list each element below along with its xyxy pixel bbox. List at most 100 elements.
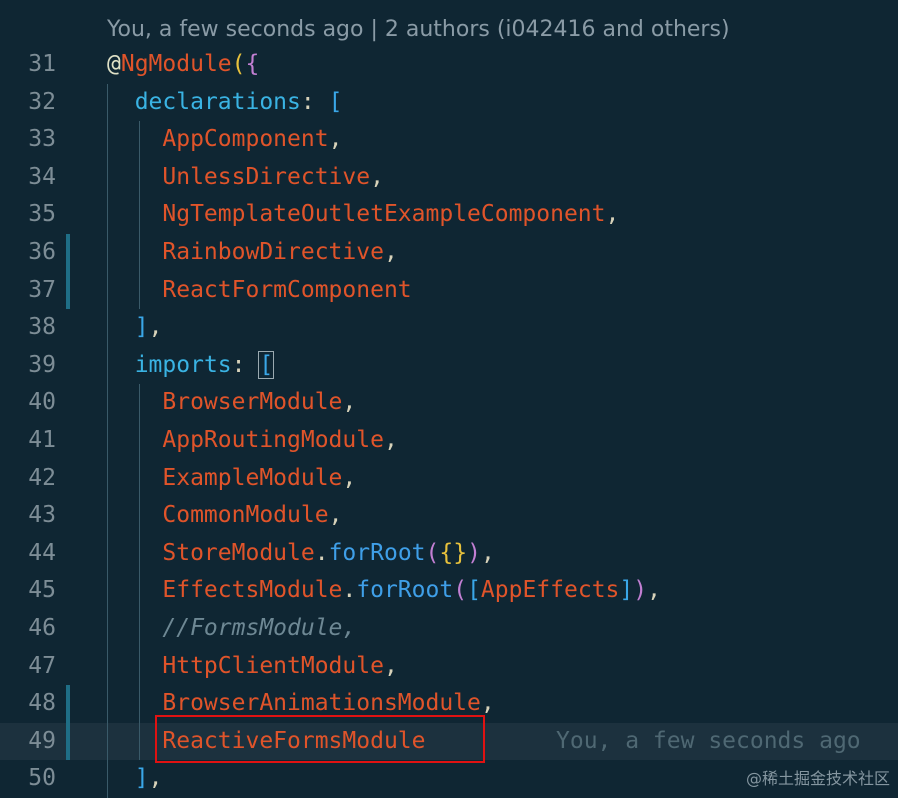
code-text[interactable]: @NgModule({ <box>107 46 259 84</box>
code-line[interactable]: 44 StoreModule.forRoot({}), <box>0 534 898 573</box>
line-number: 47 <box>28 652 56 679</box>
code-text[interactable]: imports: [ <box>107 347 275 385</box>
code-line[interactable]: 46 //FormsModule, <box>0 610 898 648</box>
code-token: AppEffects <box>480 577 620 604</box>
code-token: ReactFormComponent <box>162 276 412 303</box>
code-token: //FormsModule, <box>162 615 357 641</box>
line-number: 46 <box>28 615 56 641</box>
inline-blame: You, a few seconds ago <box>556 727 861 754</box>
line-number: 37 <box>28 276 56 303</box>
code-text[interactable]: declarations: [ <box>107 84 343 122</box>
code-token: UnlessDirective <box>162 163 371 190</box>
code-token: , <box>148 765 163 792</box>
line-number: 43 <box>28 502 56 529</box>
code-token: , <box>370 163 384 190</box>
code-line[interactable]: 38 ], <box>0 309 898 347</box>
code-line[interactable]: 41 AppRoutingModule, <box>0 422 898 460</box>
code-line[interactable]: 33 AppComponent, <box>0 121 898 159</box>
code-token: , <box>480 539 495 566</box>
code-line[interactable]: 39 imports: [ <box>0 346 898 385</box>
code-text[interactable]: EffectsModule.forRoot([AppEffects]), <box>107 572 661 610</box>
line-number: 31 <box>28 51 56 77</box>
code-token: , <box>328 502 343 529</box>
code-token: { <box>245 51 260 77</box>
code-text[interactable]: ExampleModule, <box>107 460 356 498</box>
code-token: RainbowDirective <box>162 239 384 265</box>
line-number: 41 <box>28 427 56 453</box>
line-number: 40 <box>28 389 56 416</box>
code-token: , <box>328 126 343 153</box>
code-token: , <box>383 239 398 265</box>
code-token: {} <box>439 539 468 566</box>
code-line[interactable]: 35 NgTemplateOutletExampleComponent, <box>0 196 898 234</box>
gutter-change-marker[interactable] <box>66 722 70 761</box>
line-number: 36 <box>28 239 56 265</box>
code-line[interactable]: 47 HttpClientModule, <box>0 647 898 686</box>
code-line[interactable]: 32 declarations: [ <box>0 83 898 122</box>
code-text[interactable]: BrowserModule, <box>107 384 356 422</box>
code-token: ] <box>134 314 149 341</box>
code-text[interactable]: NgTemplateOutletExampleComponent, <box>107 196 619 234</box>
line-number: 44 <box>28 539 56 566</box>
code-token: ) <box>467 539 481 566</box>
watermark: @稀土掘金技术社区 <box>745 769 890 788</box>
code-token: BrowserAnimationsModule <box>162 690 481 717</box>
code-text[interactable]: AppComponent, <box>107 121 342 159</box>
code-token: [ <box>467 577 481 604</box>
code-text[interactable]: CommonModule, <box>107 497 342 535</box>
line-number: 39 <box>28 351 56 378</box>
line-number: 48 <box>28 690 56 717</box>
code-line[interactable]: 40 BrowserModule, <box>0 384 898 422</box>
code-text[interactable]: AppRoutingModule, <box>107 422 397 460</box>
code-token: ( <box>425 539 440 566</box>
code-line[interactable]: 34 UnlessDirective, <box>0 158 898 197</box>
code-line[interactable]: 36 RainbowDirective, <box>0 234 898 272</box>
highlight-box <box>155 715 485 763</box>
code-line[interactable]: 43 CommonModule, <box>0 497 898 535</box>
code-line[interactable]: 31 @NgModule({ <box>0 46 898 84</box>
code-text[interactable]: ], <box>107 309 163 347</box>
code-token: ( <box>453 577 468 604</box>
code-text[interactable]: HttpClientModule, <box>107 648 397 686</box>
code-token: , <box>342 389 357 416</box>
code-text[interactable]: ], <box>107 760 163 798</box>
code-token: ) <box>633 577 648 604</box>
code-token: HttpClientModule <box>162 652 384 679</box>
code-text[interactable]: //FormsModule, <box>107 610 356 648</box>
gutter-change-marker[interactable] <box>66 685 70 723</box>
code-token: ] <box>134 765 149 792</box>
line-number: 45 <box>28 577 56 604</box>
line-number: 35 <box>28 201 56 228</box>
code-text[interactable]: UnlessDirective, <box>107 159 384 197</box>
gutter-change-marker[interactable] <box>66 271 70 310</box>
code-token: BrowserModule <box>162 389 343 416</box>
code-text[interactable]: StoreModule.forRoot({}), <box>107 535 495 573</box>
code-text[interactable]: RainbowDirective, <box>107 234 398 272</box>
code-token: , <box>647 577 661 604</box>
code-text[interactable]: ReactFormComponent <box>107 272 412 310</box>
code-line[interactable]: 45 EffectsModule.forRoot([AppEffects]), <box>0 572 898 610</box>
gutter-change-marker[interactable] <box>66 234 70 272</box>
code-token: , <box>342 464 357 491</box>
codelens-blame[interactable]: You, a few seconds ago | 2 authors (i042… <box>107 16 730 44</box>
code-token: EffectsModule <box>162 577 343 604</box>
code-token: . <box>314 539 329 566</box>
code-token: . <box>342 577 357 604</box>
code-token: : <box>300 88 329 115</box>
code-line[interactable]: 37 ReactFormComponent <box>0 271 898 310</box>
code-line[interactable]: 42 ExampleModule, <box>0 459 898 498</box>
